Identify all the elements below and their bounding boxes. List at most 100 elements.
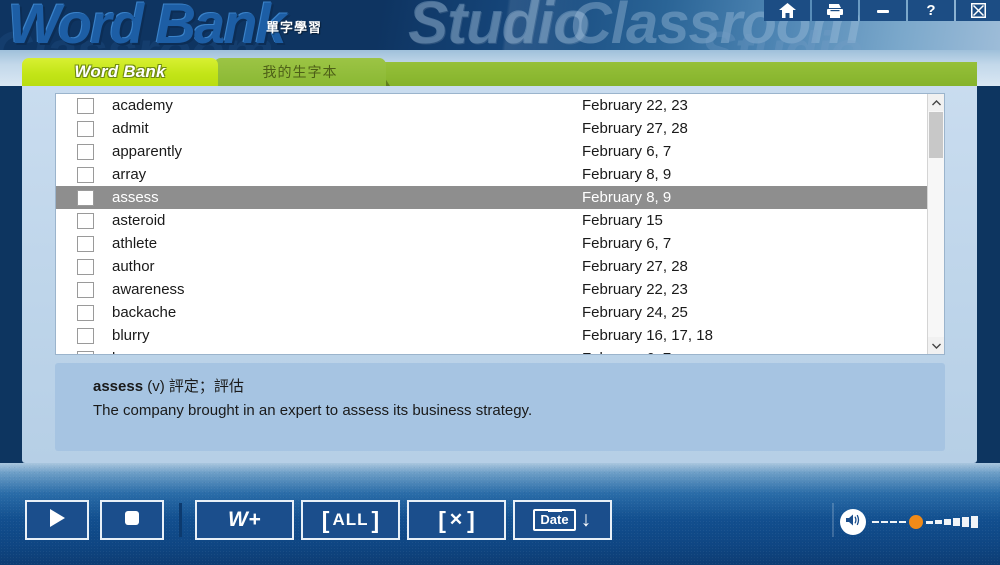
volume-slider[interactable] (872, 513, 978, 531)
table-row[interactable]: academy February 22, 23 (56, 94, 927, 117)
table-row[interactable]: bFebruary 6, 7 (56, 347, 927, 354)
scrollbar-thumb[interactable] (929, 112, 943, 158)
add-word-button[interactable]: W+ (195, 500, 294, 540)
speaker-icon (844, 512, 862, 533)
volume-segment[interactable] (890, 521, 897, 523)
tab-bar: 我的生字本 Word Bank (0, 50, 1000, 86)
row-checkbox[interactable] (77, 166, 94, 183)
add-word-label: W+ (227, 508, 262, 531)
row-checkbox[interactable] (77, 189, 94, 206)
volume-segment[interactable] (935, 519, 942, 525)
sort-by-date-button[interactable]: Date ↓ (513, 500, 612, 540)
print-icon (826, 3, 844, 19)
stop-button[interactable] (100, 500, 164, 540)
print-button[interactable] (812, 0, 858, 21)
date-cell: February 8, 9 (582, 166, 672, 183)
close-button[interactable] (956, 0, 1000, 21)
word-cell: admit (112, 120, 149, 137)
shuffle-bracket-right-icon: ] (467, 506, 475, 533)
volume-segment[interactable] (926, 520, 933, 524)
word-cell: b (112, 350, 582, 354)
select-all-button[interactable]: [ ALL ] (301, 500, 400, 540)
table-row[interactable]: apparently February 6, 7 (56, 140, 927, 163)
minimize-button[interactable] (860, 0, 906, 21)
tab-bar-green-strip (380, 62, 977, 86)
definition-panel: assess (v) 評定；評估 The company brought in … (55, 363, 945, 451)
word-cell: awareness (112, 281, 185, 298)
row-checkbox[interactable] (77, 281, 94, 298)
row-checkbox[interactable] (77, 258, 94, 275)
help-icon: ? (926, 2, 936, 19)
shuffle-button[interactable]: [ ✕ ] (407, 500, 506, 540)
close-icon (970, 3, 986, 18)
row-checkbox[interactable] (77, 350, 94, 354)
table-row[interactable]: assess February 8, 9 (56, 186, 927, 209)
table-row[interactable]: backache February 24, 25 (56, 301, 927, 324)
table-row[interactable]: array February 8, 9 (56, 163, 927, 186)
date-cell: February 22, 23 (582, 97, 688, 114)
word-cell: academy (112, 97, 173, 114)
volume-segment[interactable] (953, 517, 960, 527)
row-checkbox[interactable] (77, 97, 94, 114)
content-panel: academy February 22, 23 admit February 27, … (22, 86, 977, 463)
page-title: Word Bank (8, 0, 287, 50)
date-chip-icon: Date (533, 509, 576, 531)
home-button[interactable] (764, 0, 810, 21)
select-all-label: ALL (332, 510, 369, 529)
definition-example: The company brought in an expert to asse… (93, 402, 533, 419)
home-icon (778, 3, 796, 18)
word-list-rows: academy February 22, 23 admit February 27, … (56, 94, 927, 354)
date-cell: February 15 (582, 212, 663, 229)
window-controls: ? (764, 0, 1000, 21)
volume-segment[interactable] (962, 517, 969, 527)
table-row[interactable]: author February 27, 28 (56, 255, 927, 278)
volume-segment[interactable] (971, 516, 978, 528)
word-cell: author (112, 258, 155, 275)
word-cell: backache (112, 304, 177, 321)
word-cell: apparently (112, 143, 183, 160)
scroll-up-button[interactable] (928, 94, 944, 111)
row-checkbox[interactable] (77, 212, 94, 229)
row-checkbox[interactable] (77, 327, 94, 344)
table-row[interactable]: awareness February 22, 23 (56, 278, 927, 301)
definition-word: assess (93, 378, 144, 395)
word-list[interactable]: academy February 22, 23 admit February 27, … (55, 93, 945, 355)
word-list-scrollbar[interactable] (927, 94, 944, 354)
row-checkbox[interactable] (77, 143, 94, 160)
volume-divider (832, 503, 834, 537)
scroll-down-button[interactable] (928, 337, 944, 354)
app-header: Classroom Studio Classroom Studio Word B… (0, 0, 1000, 50)
date-cell: February 24, 25 (582, 304, 688, 321)
minimize-icon (875, 7, 891, 15)
table-row[interactable]: admit February 27, 28 (56, 117, 927, 140)
date-cell: February 27, 28 (582, 258, 688, 275)
table-row[interactable]: blurry February 16, 17, 18 (56, 324, 927, 347)
play-button[interactable] (25, 500, 89, 540)
row-checkbox[interactable] (77, 304, 94, 321)
date-cell: February 8, 9 (582, 189, 672, 206)
play-icon (46, 507, 68, 534)
table-row[interactable]: asteroid February 15 (56, 209, 927, 232)
volume-knob[interactable] (909, 515, 923, 529)
tab-my-wordbook[interactable]: 我的生字本 (214, 58, 386, 86)
volume-segment[interactable] (944, 518, 951, 526)
volume-segment[interactable] (881, 521, 888, 523)
speaker-button[interactable] (840, 509, 866, 535)
row-checkbox[interactable] (77, 120, 94, 137)
tab-word-bank[interactable]: Word Bank (22, 58, 218, 86)
row-checkbox[interactable] (77, 235, 94, 252)
date-cell: February 16, 17, 18 (582, 327, 713, 344)
sort-by-date-label: Date (540, 512, 569, 527)
date-cell: February 27, 28 (582, 120, 688, 137)
stop-icon (124, 510, 140, 531)
volume-control[interactable] (840, 509, 978, 535)
definition-pos: (v) (147, 378, 165, 395)
volume-segment[interactable] (872, 521, 879, 523)
toolbar-divider (179, 503, 182, 537)
shuffle-icon: ✕ (448, 510, 465, 529)
table-row[interactable]: athlete February 6, 7 (56, 232, 927, 255)
bracket-left-icon: [ (321, 506, 330, 533)
volume-segment[interactable] (899, 521, 906, 523)
help-button[interactable]: ? (908, 0, 954, 21)
word-cell: asteroid (112, 212, 166, 229)
